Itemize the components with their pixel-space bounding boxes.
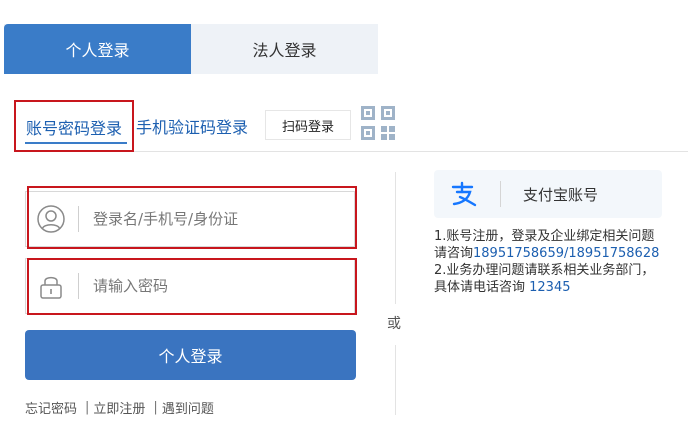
password-field: [25, 258, 355, 314]
tab-personal-login[interactable]: 个人登录: [4, 24, 191, 74]
qr-code-icon[interactable]: [359, 104, 397, 142]
notice-line-4: 具体请电话咨询 12345: [434, 279, 684, 296]
or-label: 或: [387, 316, 401, 332]
alipay-label: 支付宝账号: [523, 185, 599, 204]
username-input[interactable]: [93, 210, 313, 228]
login-type-tabs: 个人登录 法人登录: [4, 24, 378, 74]
field-separator: [78, 273, 79, 299]
forgot-password-link[interactable]: 忘记密码: [25, 398, 77, 417]
link-separator: |: [153, 400, 158, 415]
password-input[interactable]: [93, 277, 313, 295]
login-method-tabs: 账号密码登录 手机验证码登录 扫码登录: [14, 100, 688, 152]
problem-link[interactable]: 遇到问题: [162, 398, 214, 417]
alipay-separator: [500, 181, 501, 207]
alipay-icon: [451, 181, 477, 207]
notice-line-3: 2.业务办理问题请联系相关业务部门，: [434, 263, 655, 278]
user-icon: [37, 205, 65, 233]
notice-hotline-prefix: 具体请电话咨询: [434, 280, 530, 295]
tab-scan-login[interactable]: 扫码登录: [265, 110, 351, 140]
vertical-divider-bottom: [395, 345, 396, 415]
hotline-number: 12345: [529, 280, 571, 295]
link-separator: |: [85, 400, 90, 415]
username-field: [25, 191, 355, 247]
notice-consult-prefix: 请咨询: [434, 246, 474, 261]
help-notice: 1.账号注册，登录及企业绑定相关问题 请咨询18951758659/189517…: [434, 228, 684, 296]
field-separator: [78, 206, 79, 232]
help-links: 忘记密码 | 立即注册 | 遇到问题: [25, 398, 214, 417]
register-link[interactable]: 立即注册: [93, 398, 145, 417]
active-tab-underline: [25, 142, 127, 144]
tab-account-password[interactable]: 账号密码登录: [14, 100, 134, 152]
alipay-login-button[interactable]: 支付宝账号: [434, 170, 662, 218]
tab-sms-code[interactable]: 手机验证码登录: [136, 100, 248, 152]
notice-line-1: 1.账号注册，登录及企业绑定相关问题: [434, 229, 655, 244]
tab-corporate-login[interactable]: 法人登录: [191, 24, 378, 74]
personal-login-button[interactable]: 个人登录: [25, 330, 356, 380]
tab-account-password-label: 账号密码登录: [25, 119, 122, 138]
vertical-divider-top: [395, 172, 396, 304]
notice-line-2: 请咨询18951758659/18951758628: [434, 245, 684, 262]
consult-phone-numbers: 18951758659/18951758628: [473, 246, 660, 261]
lock-icon: [40, 276, 62, 299]
